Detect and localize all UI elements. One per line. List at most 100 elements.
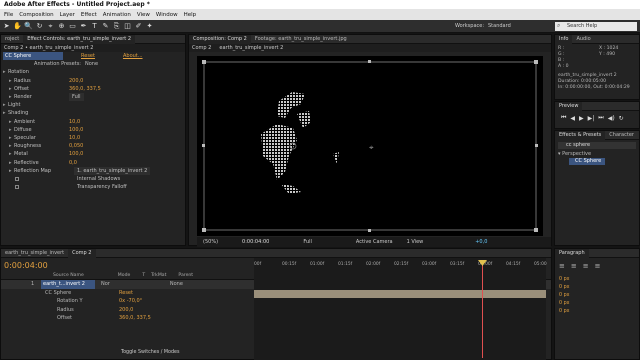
effect-property-row[interactable]: ▸ Reflective 0,0	[1, 158, 185, 166]
text-tool-icon[interactable]: T	[90, 22, 99, 31]
effects-search-input[interactable]: cc sphere	[558, 142, 636, 149]
effect-property-value[interactable]: 0,050	[69, 142, 83, 150]
presets-select[interactable]: None	[85, 60, 98, 68]
tab-composition[interactable]: Composition: Comp 2	[189, 34, 251, 44]
effect-property-value[interactable]: 0,0	[69, 159, 77, 167]
effect-property-value[interactable]: 1. earth_tru_simple_invert 2	[74, 166, 151, 175]
effect-property-value[interactable]: 10,0	[69, 134, 80, 142]
timeline-property-value[interactable]: 0x -70,0°	[119, 297, 142, 306]
effect-property-value[interactable]: 100,0	[69, 150, 83, 158]
effect-property-row[interactable]: ▸ Shading	[1, 109, 185, 117]
viewer-timecode[interactable]: 0:00:04:00	[242, 237, 269, 247]
tab-info[interactable]: Info	[555, 34, 573, 44]
effect-property-value[interactable]: 10,0	[69, 118, 80, 126]
menu-effect[interactable]: Effect	[81, 12, 97, 18]
paragraph-indent-field[interactable]: 0 px	[559, 276, 635, 284]
pan-behind-tool-icon[interactable]: ⊕	[57, 22, 66, 31]
paragraph-indent-field[interactable]: 0 px	[559, 308, 635, 316]
tab-effects-presets[interactable]: Effects & Presets	[555, 130, 606, 140]
layer-name[interactable]: earth_t...invert 2	[41, 280, 95, 289]
timeline-property-value[interactable]: Reset	[119, 289, 133, 298]
effect-property-row[interactable]: ▸ Light	[1, 101, 185, 109]
timeline-property-value[interactable]: 200,0	[119, 306, 133, 315]
effect-property-value[interactable]: Internal Shadows	[77, 175, 120, 183]
effect-item-cc-sphere[interactable]: CC Sphere	[569, 158, 605, 165]
workspace-select[interactable]: Standard	[488, 23, 511, 29]
timeline-track-area[interactable]: 00f 00:15f 01:00f 01:15f 02:00f 02:15f 03:00f 0…	[254, 258, 547, 360]
eraser-tool-icon[interactable]: ◫	[123, 22, 132, 31]
tab-timeline-earth[interactable]: earth_tru_simple_invert	[1, 249, 68, 258]
play-icon[interactable]: ▶	[579, 115, 584, 122]
effect-property-row[interactable]: ▸ Radius 200,0	[1, 77, 185, 85]
brush-tool-icon[interactable]: ✎	[101, 22, 110, 31]
pen-tool-icon[interactable]: ✒	[79, 22, 88, 31]
effect-property-value[interactable]: Transparency Falloff	[77, 183, 127, 191]
col-trkmat[interactable]: TrkMat	[151, 273, 166, 278]
col-parent[interactable]: Parent	[178, 273, 193, 278]
about-link[interactable]: About...	[123, 52, 143, 60]
tab-paragraph[interactable]: Paragraph	[555, 248, 589, 258]
puppet-tool-icon[interactable]: ✦	[145, 22, 154, 31]
subtab-layer[interactable]: earth_tru_simple_invert 2	[219, 44, 283, 52]
effect-property-row[interactable]: ▸ Rotation	[1, 68, 185, 76]
effect-property-value[interactable]: 360,0, 337,5	[69, 85, 101, 93]
exposure-value[interactable]: +0,0	[475, 237, 487, 247]
justify-icon[interactable]: ≡	[595, 262, 601, 270]
align-right-icon[interactable]: ≡	[583, 262, 589, 270]
composition-viewer[interactable]: ⌖	[197, 56, 543, 236]
loop-icon[interactable]: ↻	[619, 115, 624, 122]
tab-character[interactable]: Character	[605, 131, 638, 140]
paragraph-indent-field[interactable]: 0 px	[559, 292, 635, 300]
align-center-icon[interactable]: ≡	[571, 262, 577, 270]
clone-tool-icon[interactable]: ⎘	[112, 22, 121, 31]
checkbox-icon[interactable]	[15, 185, 19, 190]
effect-property-row[interactable]: ▸ Diffuse 100,0	[1, 126, 185, 134]
menu-view[interactable]: View	[137, 12, 150, 18]
effect-property-value[interactable]: 200,0	[69, 77, 83, 85]
tab-project[interactable]: roject	[1, 35, 23, 44]
paragraph-indent-field[interactable]: 0 px	[559, 300, 635, 308]
tab-preview[interactable]: Preview	[555, 101, 583, 111]
checkbox-icon[interactable]	[15, 176, 19, 181]
effect-property-row[interactable]: ▸ Specular 10,0	[1, 134, 185, 142]
paragraph-indent-field[interactable]: 0 px	[559, 284, 635, 292]
next-frame-icon[interactable]: ▶|	[588, 115, 595, 122]
effect-property-value[interactable]: 100,0	[69, 126, 83, 134]
timeline-property-value[interactable]: 360,0, 337,5	[119, 314, 151, 323]
rotate-tool-icon[interactable]: ↻	[35, 22, 44, 31]
roto-tool-icon[interactable]: ✐	[134, 22, 143, 31]
effect-name[interactable]: CC Sphere	[3, 52, 63, 61]
menu-help[interactable]: Help	[184, 12, 197, 18]
mute-icon[interactable]: ◀)	[608, 115, 615, 122]
col-source-name[interactable]: Source Name	[53, 273, 84, 278]
effect-property-row[interactable]: ▸ Render Full	[1, 93, 185, 102]
camera-tool-icon[interactable]: ⌖	[46, 22, 55, 31]
time-ruler[interactable]: 00f 00:15f 01:00f 01:15f 02:00f 02:15f 03:00f 0…	[254, 262, 547, 274]
align-left-icon[interactable]: ≡	[559, 262, 565, 270]
zoom-select[interactable]: (50%)	[203, 237, 218, 247]
last-frame-icon[interactable]: ⏭	[598, 114, 603, 122]
layer-parent[interactable]: None	[170, 280, 183, 289]
tab-footage[interactable]: Footage: earth_tru_simple_invert.jpg	[251, 35, 351, 44]
effect-property-row[interactable]: Internal Shadows	[1, 175, 185, 183]
current-time-indicator[interactable]	[482, 262, 483, 358]
rectangle-tool-icon[interactable]: ▭	[68, 22, 77, 31]
layer-mode[interactable]: Nor	[101, 280, 110, 289]
category-perspective[interactable]: ▾ Perspective	[555, 151, 639, 158]
layer-duration-bar[interactable]	[254, 290, 546, 298]
tab-effect-controls[interactable]: Effect Controls: earth_tru_simple_invert…	[23, 34, 136, 44]
selection-tool-icon[interactable]: ➤	[2, 22, 11, 31]
reset-link[interactable]: Reset	[81, 52, 95, 60]
first-frame-icon[interactable]: ⏮	[561, 114, 566, 122]
toggle-switches-modes[interactable]: Toggle Switches / Modes	[121, 350, 180, 355]
menu-composition[interactable]: Composition	[19, 12, 53, 18]
prev-frame-icon[interactable]: ◀	[570, 115, 575, 122]
tab-audio[interactable]: Audio	[572, 35, 594, 44]
effect-property-row[interactable]: ▸ Ambient 10,0	[1, 118, 185, 126]
resolution-select[interactable]: Full	[303, 237, 312, 247]
subtab-comp[interactable]: Comp 2	[192, 44, 211, 52]
col-t[interactable]: T	[142, 273, 145, 278]
tab-timeline-comp2[interactable]: Comp 2	[68, 248, 96, 258]
effect-property-row[interactable]: Transparency Falloff	[1, 183, 185, 191]
hand-tool-icon[interactable]: ✋	[13, 22, 22, 31]
